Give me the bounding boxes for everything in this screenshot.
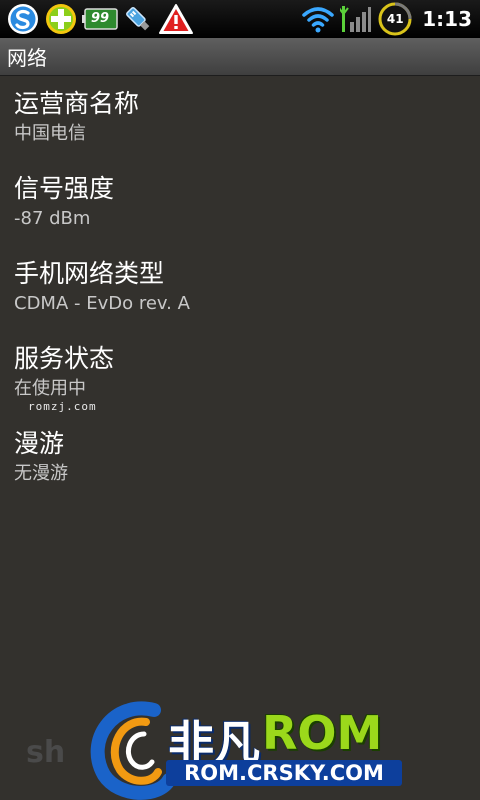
title-bar: 网络 (0, 38, 480, 76)
watermark-brand-rom: ROM (262, 706, 383, 760)
signal-icon[interactable] (340, 4, 372, 34)
network-info-list: 运营商名称 中国电信 信号强度 -87 dBm 手机网络类型 CDMA - Ev… (0, 77, 480, 502)
add-icon[interactable] (44, 2, 78, 36)
notification-badge: 99 (91, 11, 110, 26)
usb-icon[interactable] (122, 3, 154, 35)
item-title: 漫游 (14, 429, 65, 458)
battery-level: 41 (386, 12, 404, 26)
item-value: 在使用中 (14, 378, 86, 399)
status-bar: 99 41 1:13 (0, 0, 480, 38)
battery-icon[interactable]: 41 (378, 2, 412, 36)
item-value: 无漫游 (14, 463, 68, 484)
list-item-network-type[interactable]: 手机网络类型 CDMA - EvDo rev. A (0, 247, 480, 332)
list-item-roaming[interactable]: 漫游 无漫游 (0, 417, 480, 502)
watermark-small: romzj.com (28, 400, 97, 413)
page-title: 网络 (7, 46, 47, 70)
status-clock: 1:13 (422, 7, 472, 31)
battery-notify-icon[interactable]: 99 (82, 7, 118, 31)
wifi-icon[interactable] (302, 5, 334, 33)
item-value: -87 dBm (14, 208, 91, 229)
item-title: 信号强度 (14, 174, 115, 203)
list-item-signal-strength[interactable]: 信号强度 -87 dBm (0, 162, 480, 247)
list-item-operator-name[interactable]: 运营商名称 中国电信 (0, 77, 480, 162)
warning-icon[interactable] (158, 3, 194, 35)
watermark-url: ROM.CRSKY.COM (166, 760, 402, 786)
item-title: 手机网络类型 (14, 259, 165, 288)
sogou-icon[interactable] (6, 2, 40, 36)
watermark-shadow-text: sh (26, 735, 66, 770)
item-value: 中国电信 (14, 123, 86, 144)
item-title: 运营商名称 (14, 89, 140, 118)
item-value: CDMA - EvDo rev. A (14, 293, 190, 314)
item-title: 服务状态 (14, 344, 115, 373)
